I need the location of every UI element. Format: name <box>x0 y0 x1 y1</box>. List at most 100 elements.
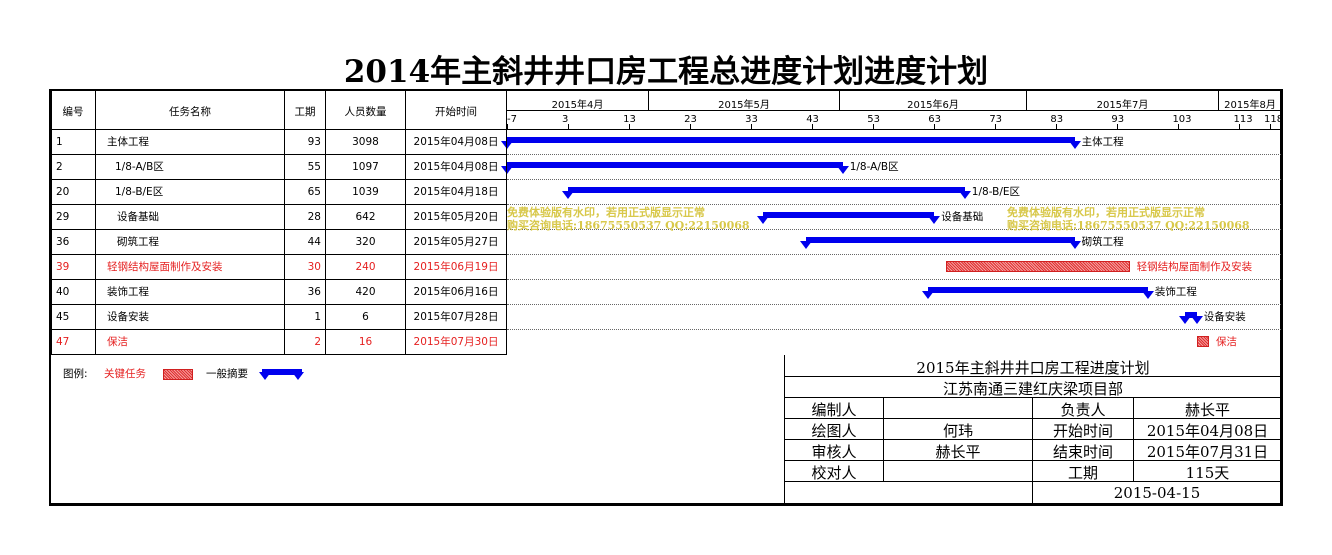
grid-dotted-line <box>507 304 1281 305</box>
gantt-bar[interactable] <box>806 237 1075 243</box>
plan-date: 2015-04-15 <box>1113 484 1201 502</box>
cell-duration: 36 <box>307 286 321 298</box>
cell-name: 主体工程 <box>107 136 149 148</box>
duration-value: 115天 <box>1185 464 1230 482</box>
gantt-bar-critical[interactable] <box>1196 336 1209 347</box>
gantt-bar-cap <box>1068 141 1081 149</box>
gantt-bar-cap <box>1190 316 1203 324</box>
grid-col-line <box>405 91 406 355</box>
grid-row-line <box>51 279 506 280</box>
tick-label: 103 <box>1172 114 1192 125</box>
grid-dotted-line <box>507 329 1281 330</box>
cell-people: 16 <box>358 336 373 348</box>
month-label: 2015年7月 <box>1096 100 1149 111</box>
month-label: 2015年5月 <box>718 100 770 111</box>
cell-start: 2015年07月30日 <box>413 336 499 348</box>
gantt-bar-cap <box>1178 316 1191 324</box>
grid-dotted-line <box>507 254 1281 255</box>
cell-start: 2015年06月16日 <box>413 286 499 298</box>
grid-dotted-line <box>507 204 1281 205</box>
gantt-bar-cap <box>757 216 770 224</box>
cell-name: 1/8-A/B区 <box>115 161 164 173</box>
gantt-bar-label: 1/8-A/B区 <box>849 161 899 173</box>
end-label: 结束时间 <box>1052 443 1113 461</box>
plan-title: 2015年主斜井井口房工程进度计划 <box>916 359 1150 377</box>
grid-header-line <box>51 129 1281 130</box>
legend-label: 图例: <box>63 368 88 380</box>
gantt-bar-critical[interactable] <box>946 261 1130 272</box>
dept-name: 江苏南通三建红庆梁项目部 <box>942 380 1123 398</box>
end-value: 2015年07月31日 <box>1146 443 1269 461</box>
gantt-bar-cap <box>800 241 813 249</box>
gantt-bar-cap <box>501 166 513 174</box>
start-value: 2015年04月08日 <box>1146 422 1269 440</box>
cell-id: 2 <box>56 161 63 173</box>
cell-start: 2015年05月27日 <box>413 236 499 248</box>
owner-label: 负责人 <box>1060 401 1106 419</box>
grid-row-line <box>51 204 506 205</box>
cell-name: 装饰工程 <box>107 286 149 298</box>
cell-id: 40 <box>56 286 70 298</box>
gantt-bar-label: 主体工程 <box>1081 136 1124 148</box>
gantt-bar[interactable] <box>763 212 935 218</box>
gantt-bar-cap <box>836 166 849 174</box>
gantt-bar-cap <box>1141 291 1154 299</box>
grid-col-line <box>51 91 52 355</box>
cell-duration: 44 <box>307 236 321 248</box>
compiler-label: 编制人 <box>811 401 857 419</box>
drafter-value: 何玮 <box>942 422 973 440</box>
cell-id: 47 <box>56 336 70 348</box>
gantt-bar[interactable] <box>507 162 843 168</box>
cell-name: 设备基础 <box>117 211 159 223</box>
cell-start: 2015年04月08日 <box>413 136 499 148</box>
cell-start: 2015年04月18日 <box>413 186 499 198</box>
drafter-label: 绘图人 <box>811 422 857 440</box>
watermark-left: 免费体验版有水印，若用正式版显示正常 购买咨询电话:18675550537 QQ… <box>507 206 750 232</box>
gantt-bar-label: 设备安装 <box>1203 311 1246 323</box>
grid-dotted-line <box>507 279 1281 280</box>
cell-duration: 93 <box>307 136 321 148</box>
cell-id: 29 <box>56 211 70 223</box>
grid-row-line <box>51 329 506 330</box>
gantt-bar[interactable] <box>928 287 1148 293</box>
gantt-bar-cap <box>922 291 935 299</box>
grid-row-line <box>51 179 506 180</box>
legend-summary-cap <box>292 372 304 380</box>
cell-people: 1039 <box>352 186 379 198</box>
gantt-bar-cap <box>958 191 971 199</box>
tick-label: 118 <box>1264 114 1284 125</box>
cell-id: 45 <box>56 311 70 323</box>
checker-label: 校对人 <box>811 464 857 482</box>
legend-critical-label: 关键任务 <box>104 368 146 380</box>
cell-name: 1/8-B/E区 <box>115 186 164 198</box>
duration-label: 工期 <box>1067 464 1098 482</box>
grid-row-line <box>51 254 506 255</box>
header-duration: 工期 <box>294 106 316 118</box>
cell-people: 420 <box>355 286 376 298</box>
month-label: 2015年6月 <box>907 100 959 111</box>
header-start: 开始时间 <box>435 106 477 118</box>
gantt-bar-label: 轻钢结构屋面制作及安装 <box>1136 261 1253 273</box>
gantt-bar[interactable] <box>568 187 965 193</box>
cell-duration: 1 <box>314 311 321 323</box>
gantt-bar-cap <box>1068 241 1081 249</box>
grid-col-line <box>325 91 326 355</box>
reviewer-value: 赫长平 <box>935 443 981 461</box>
legend-critical-swatch <box>163 369 193 380</box>
owner-value: 赫长平 <box>1184 401 1230 419</box>
grid-row-line <box>51 304 506 305</box>
gantt-bar-cap <box>501 141 513 149</box>
page-title: 2014年主斜井井口房工程总进度计划进度计划 <box>343 54 989 90</box>
grid-row-line <box>51 229 506 230</box>
cell-people: 6 <box>362 311 369 323</box>
cell-name: 保洁 <box>107 336 128 348</box>
gantt-bar[interactable] <box>507 137 1075 143</box>
cell-name: 设备安装 <box>107 311 149 323</box>
cell-people: 642 <box>355 211 376 223</box>
gantt-bar-label: 装饰工程 <box>1154 286 1197 298</box>
header-id: 编号 <box>62 106 84 118</box>
cell-duration: 30 <box>307 261 321 273</box>
reviewer-label: 审核人 <box>811 443 857 461</box>
start-label: 开始时间 <box>1052 422 1113 440</box>
cell-start: 2015年07月28日 <box>413 311 499 323</box>
